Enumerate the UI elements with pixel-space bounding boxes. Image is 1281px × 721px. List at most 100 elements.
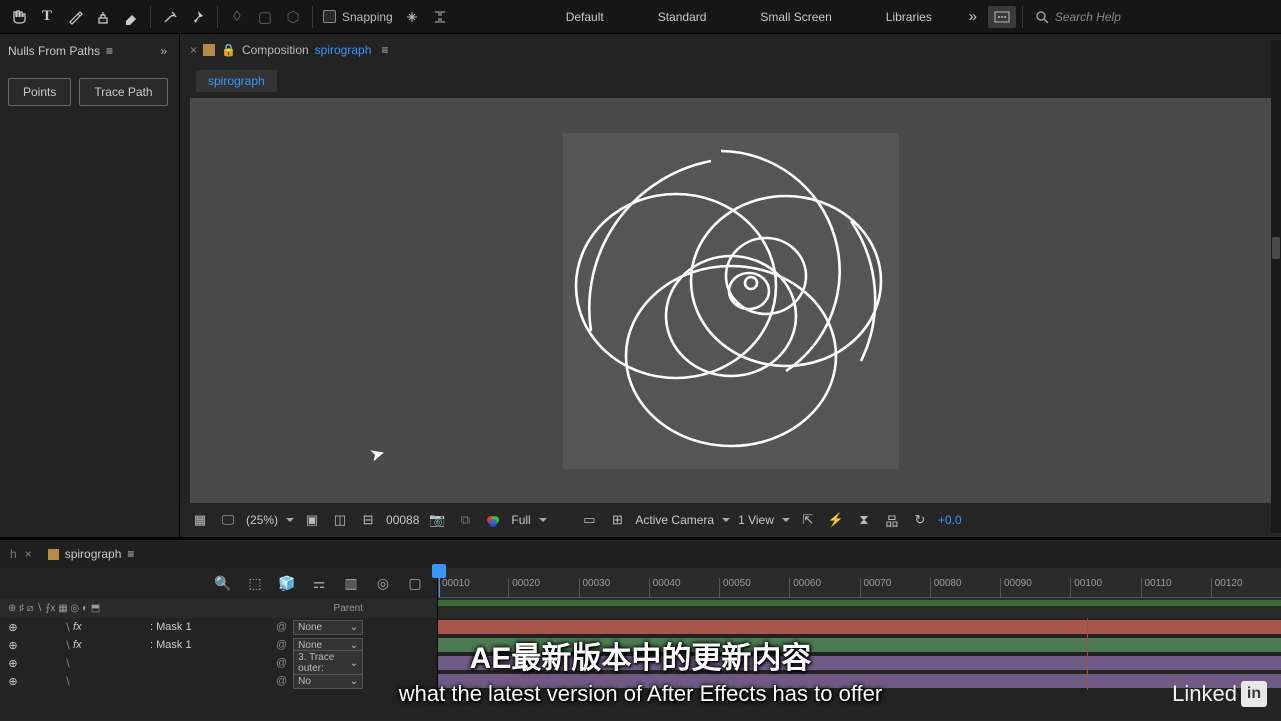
pixel-aspect-icon[interactable]: ⇱ (798, 511, 818, 529)
toolbar-divider (1022, 6, 1023, 28)
draft3d-icon[interactable]: 🧊 (275, 572, 299, 594)
visibility-toggle[interactable]: ⊕ (6, 656, 20, 670)
text-tool-icon[interactable]: T (34, 4, 60, 30)
pickwhip-icon[interactable]: @ (276, 657, 287, 669)
flowchart-item[interactable]: spirograph (196, 70, 277, 92)
ruler-tick: 00010 (438, 578, 508, 597)
left-panel: Nulls From Paths ≡ » Points Trace Path (0, 34, 179, 537)
timeline-icon[interactable]: ⧗ (854, 511, 874, 529)
layer-row[interactable]: ⊕∖@3. Trace outer:⌄ (0, 654, 1281, 672)
roi-icon[interactable]: ▭ (579, 511, 599, 529)
fx-badge[interactable]: fx (73, 639, 82, 651)
ruler-tick: 00090 (1000, 578, 1070, 597)
motion-blur-icon[interactable]: ◎ (371, 572, 395, 594)
layer-duration-bar[interactable] (438, 620, 1281, 634)
pen-tool-icon[interactable] (62, 4, 88, 30)
timeline-tab[interactable]: spirograph ≡ (40, 543, 143, 565)
snap-options-icon[interactable] (399, 4, 425, 30)
hand-tool-icon[interactable] (6, 4, 32, 30)
ruler-tick: 00080 (930, 578, 1000, 597)
lock-icon[interactable]: 🔒 (221, 43, 236, 57)
workspace-default[interactable]: Default (540, 4, 630, 30)
tab-close-icon[interactable]: × (190, 43, 197, 57)
layer-row[interactable]: ⊕∖@No⌄ (0, 672, 1281, 690)
points-button[interactable]: Points (8, 78, 71, 106)
parent-dropdown[interactable]: No⌄ (293, 674, 363, 689)
alpha-toggle-icon[interactable]: ▦ (190, 511, 210, 529)
pickwhip-icon[interactable]: @ (276, 621, 287, 633)
clone-stamp-icon[interactable] (90, 4, 116, 30)
layer-duration-bar[interactable] (438, 656, 1281, 670)
search-layers-icon[interactable]: 🔍 (211, 572, 235, 594)
comp-mini-flow-icon[interactable]: ⬚ (243, 572, 267, 594)
comp-color-swatch (48, 549, 59, 560)
panel-menu-icon[interactable]: ≡ (127, 547, 134, 561)
exposure-value[interactable]: +0.0 (938, 513, 962, 527)
transparency-grid-icon[interactable]: ▣ (302, 511, 322, 529)
work-area-bar[interactable] (438, 600, 1281, 606)
layer-duration-bar[interactable] (438, 638, 1281, 652)
search-icon (1035, 10, 1049, 24)
eraser-tool-icon[interactable] (118, 4, 144, 30)
visibility-toggle[interactable]: ⊕ (6, 638, 20, 652)
pickwhip-icon[interactable]: @ (276, 675, 287, 687)
composition-name[interactable]: spirograph (315, 43, 372, 57)
timeline-column-header: ⊕ ♯ ⧄ ∖ ⨍x ▦ ◎ ◐ ⬒ Parent (0, 598, 1281, 618)
time-ruler[interactable]: 0001000020000300004000050000600007000080… (438, 578, 1281, 598)
layer-duration-bar[interactable] (438, 674, 1281, 688)
slash-icon: ∖ (64, 621, 71, 634)
timeline-ruler-area[interactable]: 0001000020000300004000050000600007000080… (438, 568, 1281, 598)
visibility-toggle[interactable]: ⊕ (6, 674, 20, 688)
composition-viewer[interactable] (190, 98, 1271, 503)
workspace-small-screen[interactable]: Small Screen (734, 4, 857, 30)
trace-path-button[interactable]: Trace Path (79, 78, 167, 106)
workspace-overflow-icon[interactable]: » (960, 4, 986, 30)
snapping-toggle[interactable]: Snapping (319, 10, 397, 24)
search-help[interactable]: Search Help (1035, 10, 1121, 24)
visibility-toggle[interactable]: ⊕ (6, 620, 20, 634)
reset-exposure-icon[interactable]: ↻ (910, 511, 930, 529)
panel-menu-icon[interactable]: ≡ (106, 44, 113, 58)
ruler-tick: 00030 (579, 578, 649, 597)
time-nav-icon[interactable]: ⊟ (358, 511, 378, 529)
show-snapshot-icon[interactable]: ⧉ (455, 511, 475, 529)
layer-row[interactable]: ⊕∖fx: Mask 1@None⌄ (0, 636, 1281, 654)
current-frame[interactable]: 00088 (386, 513, 419, 527)
sync-settings-icon[interactable] (988, 6, 1016, 28)
slash-icon: ∖ (64, 639, 71, 652)
puppet-pin-icon[interactable] (185, 4, 211, 30)
scrollbar-thumb[interactable] (1272, 237, 1280, 259)
fast-preview-icon[interactable]: ⚡ (826, 511, 846, 529)
frame-blend-icon[interactable]: ▥ (339, 572, 363, 594)
layer-row[interactable]: ⊕∖fx: Mask 1@None⌄ (0, 618, 1281, 636)
graph-editor-icon[interactable]: ▢ (403, 572, 427, 594)
guides-icon[interactable]: ⊞ (607, 511, 627, 529)
zoom-dropdown[interactable]: (25%) (246, 513, 294, 527)
panel-overflow-icon[interactable]: » (156, 42, 171, 60)
parent-column-label: Parent (328, 603, 363, 614)
views-dropdown[interactable]: 1 View (738, 513, 790, 527)
flowchart-icon[interactable]: 品 (882, 511, 902, 529)
snap-bounds-icon[interactable] (427, 4, 453, 30)
nulls-from-paths-tab[interactable]: Nulls From Paths ≡ (8, 44, 113, 58)
right-scrollbar[interactable] (1271, 40, 1281, 533)
parent-dropdown[interactable]: None⌄ (293, 620, 363, 635)
flowchart-bar: spirograph (180, 68, 1281, 94)
resolution-dropdown[interactable]: Full (511, 513, 571, 527)
channel-icon[interactable] (483, 511, 503, 529)
panel-menu-icon[interactable]: ≡ (381, 43, 388, 57)
tab-drag-handle[interactable]: h (10, 547, 17, 561)
workspace-standard[interactable]: Standard (632, 4, 733, 30)
fx-badge[interactable]: fx (73, 621, 82, 633)
snapshot-icon[interactable]: 📷 (427, 511, 447, 529)
shy-icon[interactable]: ⚎ (307, 572, 331, 594)
snapping-checkbox[interactable] (323, 10, 336, 23)
tab-close-icon[interactable]: × (25, 547, 32, 561)
screen-icon[interactable]: 🖵 (218, 511, 238, 529)
mask-visibility-icon[interactable]: ◫ (330, 511, 350, 529)
roto-brush-icon[interactable] (157, 4, 183, 30)
camera-dropdown[interactable]: Active Camera (635, 513, 730, 527)
toolbar-divider (150, 6, 151, 28)
workspace-libraries[interactable]: Libraries (860, 4, 958, 30)
toolbar-divider (312, 6, 313, 28)
